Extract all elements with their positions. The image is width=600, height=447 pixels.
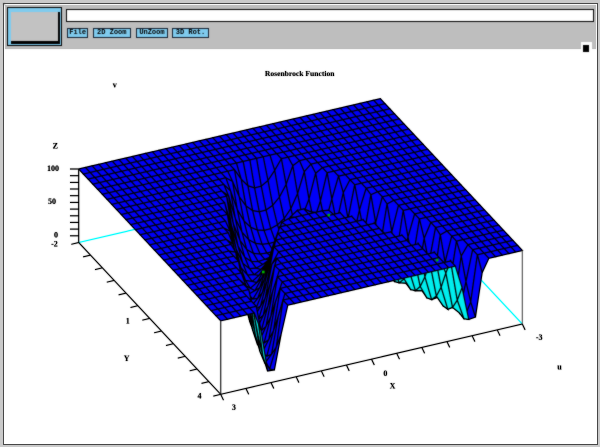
svg-text:X: X xyxy=(390,381,396,390)
svg-text:1: 1 xyxy=(126,317,130,326)
svg-text:-2: -2 xyxy=(51,240,58,249)
svg-text:Z: Z xyxy=(53,141,58,150)
svg-text:Y: Y xyxy=(124,354,130,363)
svg-text:50: 50 xyxy=(48,197,56,206)
svg-text:0: 0 xyxy=(54,230,58,239)
svg-text:Rosenbrock Function: Rosenbrock Function xyxy=(265,69,335,78)
svg-text:u: u xyxy=(557,363,562,372)
svg-text:3: 3 xyxy=(232,403,236,412)
svg-text:4: 4 xyxy=(198,392,202,401)
svg-text:-3: -3 xyxy=(536,333,543,342)
svg-text:v: v xyxy=(113,81,117,90)
svg-text:0: 0 xyxy=(383,369,387,378)
svg-text:100: 100 xyxy=(47,164,59,173)
